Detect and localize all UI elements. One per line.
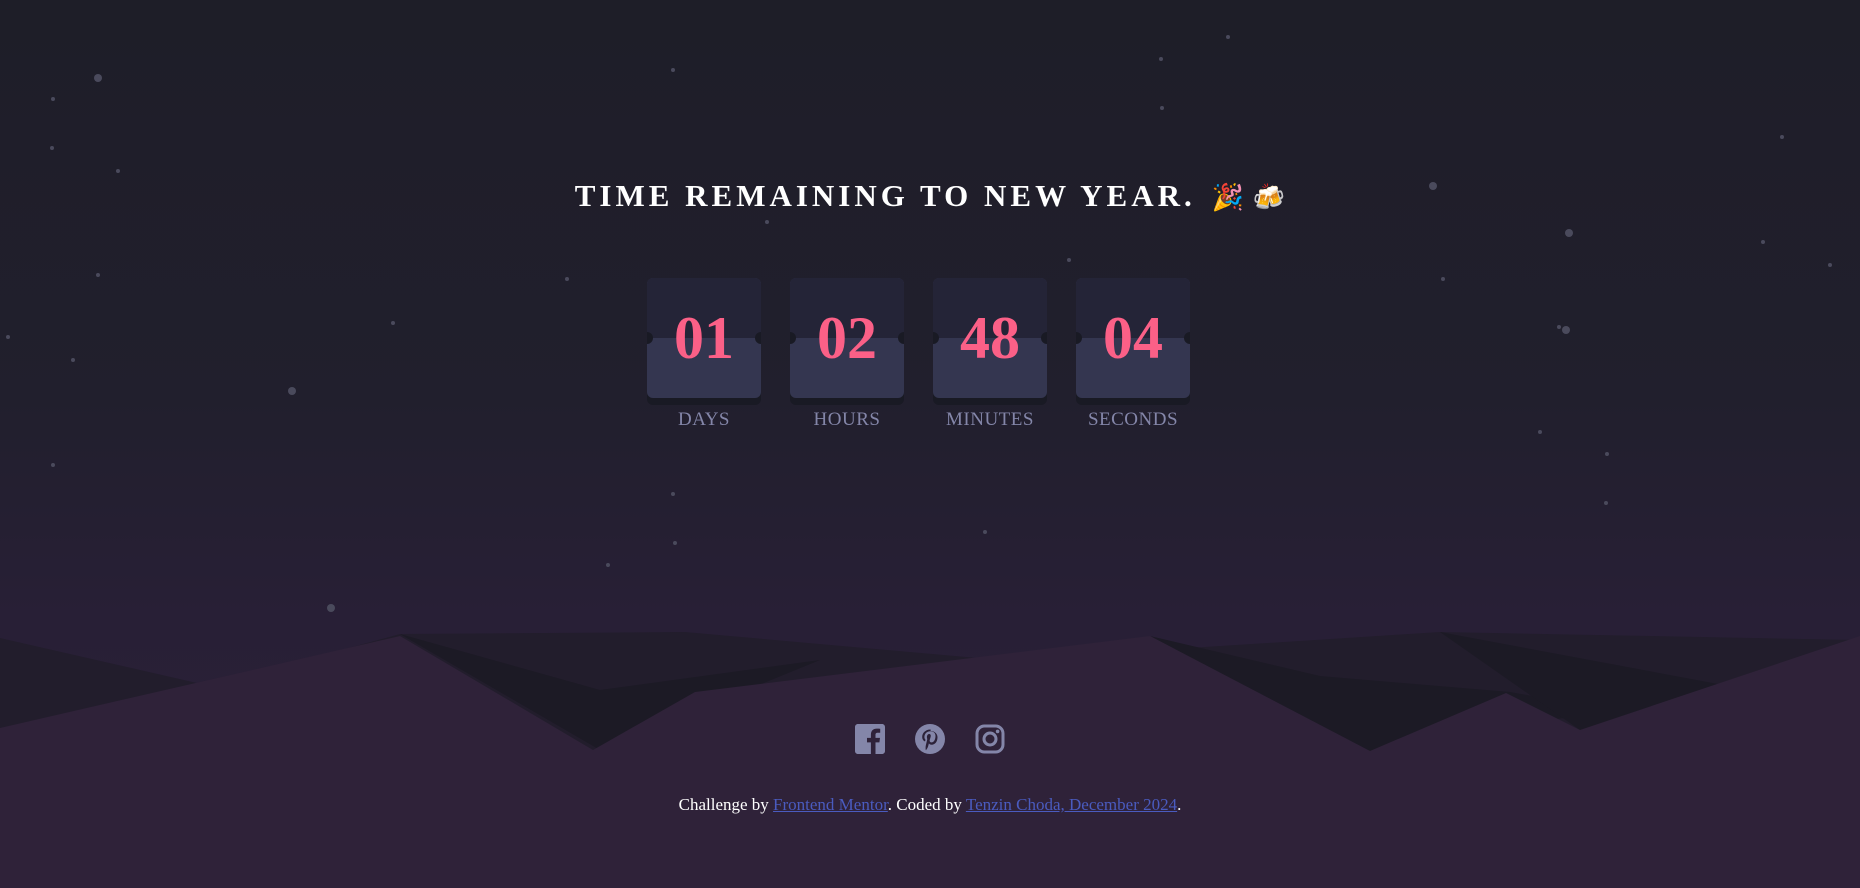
attribution-prefix: Challenge by — [678, 795, 774, 814]
social-links — [0, 724, 1860, 754]
hills-background — [0, 632, 1860, 888]
instagram-icon — [975, 724, 1005, 754]
page-title-text: TIME REMAINING TO NEW YEAR. — [574, 178, 1196, 213]
flip-card: 48 — [933, 278, 1047, 398]
countdown-minutes: 48 MINUTES — [933, 278, 1047, 431]
seconds-value: 04 — [1103, 305, 1163, 371]
author-link[interactable]: Tenzin Choda, December 2024 — [966, 795, 1177, 814]
hours-value: 02 — [817, 305, 877, 371]
frontend-mentor-link[interactable]: Frontend Mentor — [773, 795, 888, 814]
flip-card: 02 — [790, 278, 904, 398]
instagram-link[interactable] — [975, 724, 1005, 754]
flip-card: 04 — [1076, 278, 1190, 398]
minutes-label: MINUTES — [946, 409, 1034, 430]
seconds-label: SECONDS — [1087, 409, 1179, 430]
attribution: Challenge by Frontend Mentor. Coded by T… — [0, 795, 1860, 815]
attribution-middle: . Coded by — [887, 795, 966, 814]
facebook-icon — [855, 724, 885, 754]
countdown-days: 01 DAYS — [647, 278, 761, 431]
countdown-hours: 02 HOURS — [790, 278, 904, 431]
attribution-suffix: . — [1177, 795, 1182, 814]
hours-label: HOURS — [813, 409, 881, 430]
facebook-link[interactable] — [855, 724, 885, 754]
pinterest-link[interactable] — [915, 724, 945, 754]
page-title: TIME REMAINING TO NEW YEAR. 🎉 🍻 — [0, 178, 1860, 214]
minutes-value: 48 — [960, 305, 1020, 371]
pinterest-icon — [915, 724, 945, 754]
countdown-timer: 01 DAYS 02 HOURS 48 MINUTES 04 SECONDS — [647, 278, 1190, 431]
countdown-seconds: 04 SECONDS — [1076, 278, 1190, 431]
celebration-emoji: 🎉 🍻 — [1211, 183, 1286, 213]
days-label: DAYS — [678, 409, 730, 430]
days-value: 01 — [674, 305, 734, 371]
flip-card: 01 — [647, 278, 761, 398]
